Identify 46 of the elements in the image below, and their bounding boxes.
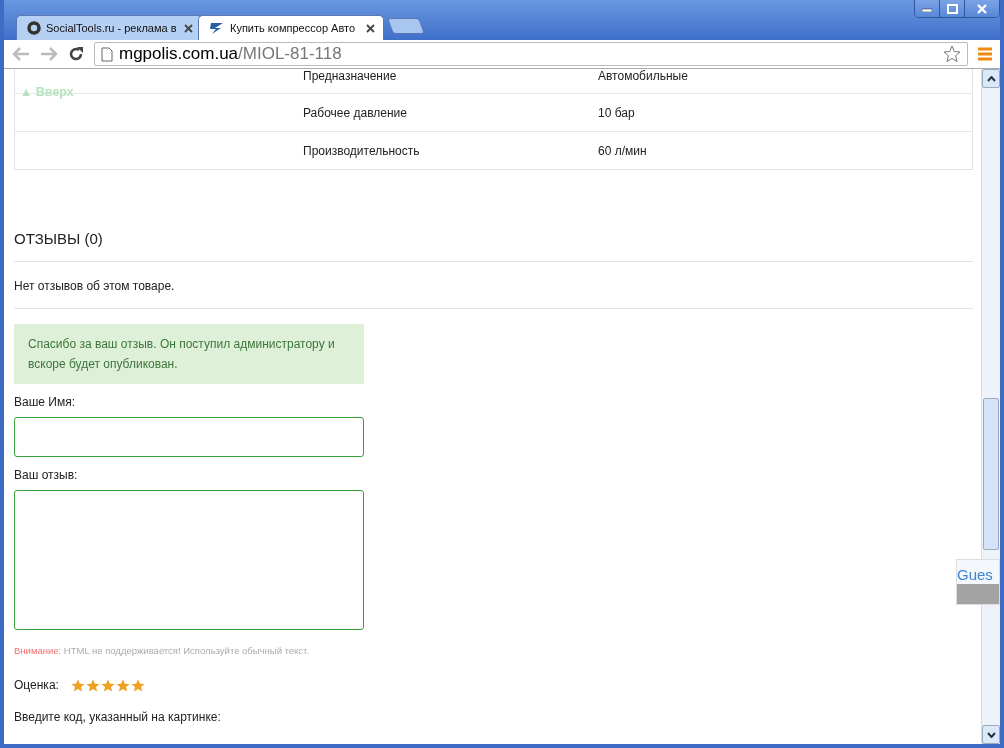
spec-value: 10 бар (598, 105, 636, 120)
address-bar[interactable]: mgpolis.com.ua/MIOL-81-118 (94, 42, 968, 66)
star-icon[interactable] (85, 678, 100, 692)
close-icon[interactable] (184, 23, 193, 33)
spec-name: Производительность (303, 143, 421, 158)
scrollbar-thumb[interactable] (983, 398, 999, 550)
success-message: Спасибо за ваш отзыв. Он поступил администратору и вскоре будет опубликован. (14, 324, 364, 384)
star-icon[interactable] (70, 678, 85, 692)
name-field[interactable] (14, 417, 364, 457)
html-warning-text: Внимание: HTML не поддерживается! Используйте обычный текст. (14, 645, 311, 656)
star-icon[interactable] (100, 678, 115, 692)
page-icon (101, 46, 113, 62)
rating-label: Оценка: (14, 678, 59, 692)
minimize-icon (922, 5, 932, 12)
guest-widget[interactable]: Gues (956, 559, 1000, 605)
spec-value: 60 л/мин (598, 143, 648, 158)
captcha-label: Введите код, указанный на картинке: (14, 710, 222, 724)
spec-name: Рабочее давление (303, 105, 408, 120)
close-button[interactable] (964, 0, 999, 17)
scroll-down-button[interactable] (982, 725, 1000, 744)
bolt-icon (209, 21, 225, 35)
browser-tab[interactable]: Купить компрессор Авто (198, 15, 384, 40)
forward-icon[interactable] (40, 47, 58, 61)
review-field[interactable] (14, 490, 364, 630)
ring-icon (27, 21, 41, 35)
close-icon (977, 3, 987, 14)
close-icon[interactable] (366, 23, 375, 33)
name-label: Ваше Имя: (14, 395, 77, 409)
reviews-heading: ОТЗЫВЫ (0) (14, 230, 973, 262)
reload-icon[interactable] (68, 46, 84, 62)
new-tab-button[interactable] (387, 18, 425, 34)
star-icon[interactable] (115, 678, 130, 692)
spec-value: Автомобильные (598, 69, 689, 83)
menu-icon[interactable] (978, 47, 992, 61)
star-icon[interactable] (130, 678, 145, 692)
back-icon[interactable] (12, 47, 30, 61)
maximize-button[interactable] (939, 0, 964, 17)
review-label: Ваш отзыв: (14, 468, 79, 482)
chevron-down-icon (986, 731, 996, 738)
star-icon[interactable] (943, 45, 961, 63)
no-reviews-text: Нет отзывов об этом товаре. (14, 262, 973, 309)
maximize-icon (946, 3, 958, 14)
scroll-up-button[interactable] (982, 69, 1000, 88)
url-text: mgpolis.com.ua/MIOL-81-118 (119, 44, 343, 64)
chevron-up-icon (986, 75, 996, 82)
spec-name: Предназначение (303, 69, 398, 83)
